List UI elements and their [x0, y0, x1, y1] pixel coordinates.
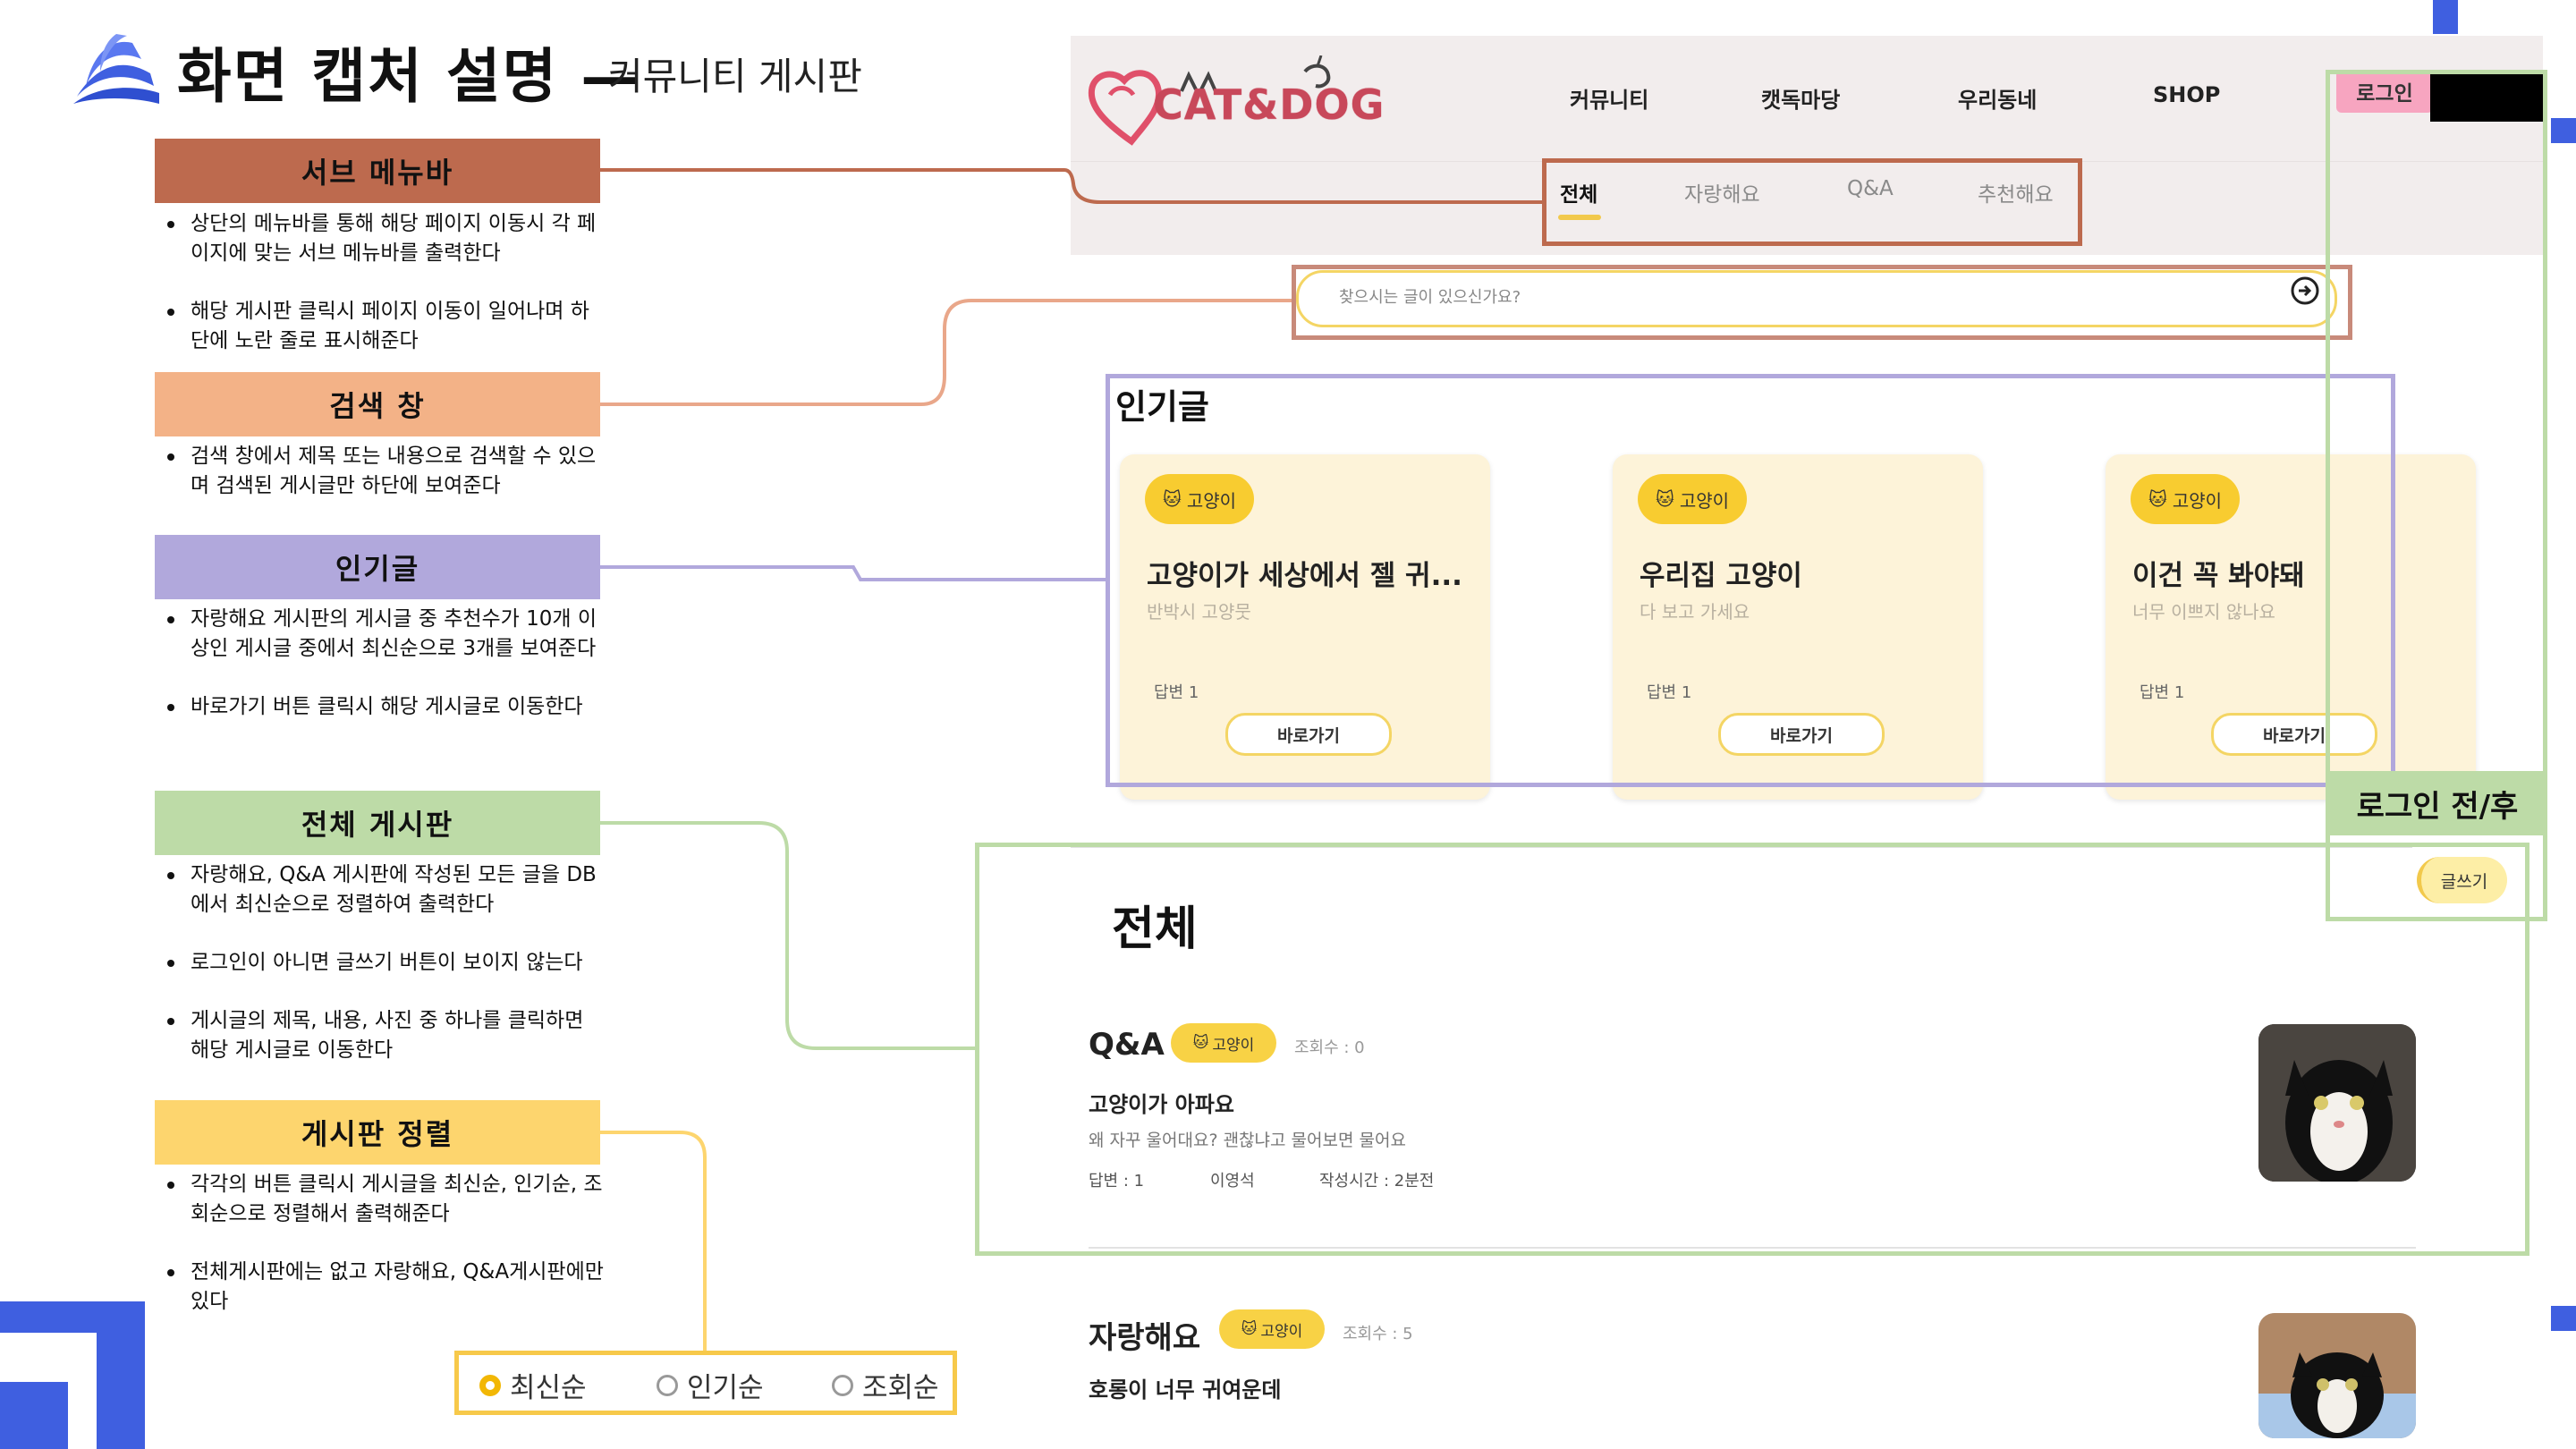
radio-empty-icon	[832, 1374, 853, 1396]
login-state-tag: 로그인 전/후	[2330, 771, 2545, 835]
sort-views[interactable]: 조회순	[832, 1365, 939, 1405]
highlight-submenu	[1542, 158, 2082, 246]
sort-latest[interactable]: 최신순	[479, 1365, 587, 1405]
highlight-popular	[1106, 374, 2395, 787]
radio-selected-icon	[479, 1374, 501, 1396]
highlight-search	[1292, 265, 2352, 340]
radio-empty-icon	[657, 1374, 678, 1396]
sort-popular[interactable]: 인기순	[657, 1365, 764, 1405]
highlight-board	[975, 843, 2529, 1256]
